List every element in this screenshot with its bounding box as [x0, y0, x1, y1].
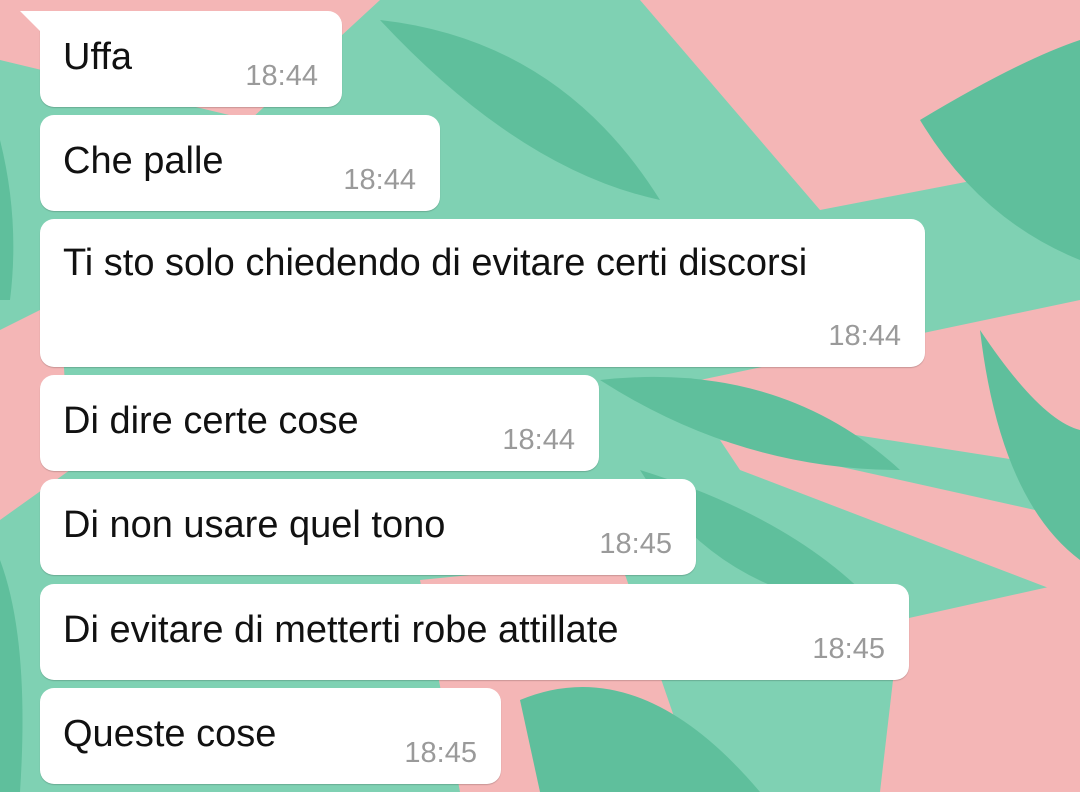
message-timestamp: 18:44	[502, 424, 575, 456]
message-timestamp: 18:45	[599, 528, 672, 560]
message-bubble[interactable]: Ti sto solo chiedendo di evitare certi d…	[40, 219, 925, 367]
message-bubble[interactable]: Di non usare quel tono 18:45	[40, 479, 696, 575]
message-text: Di evitare di metterti robe attillate	[63, 609, 619, 651]
message-bubble[interactable]: Che palle 18:44	[40, 115, 440, 211]
message-timestamp: 18:44	[245, 60, 318, 92]
message-bubble[interactable]: Queste cose 18:45	[40, 688, 501, 784]
message-text: Di dire certe cose	[63, 400, 359, 442]
message-timestamp: 18:45	[812, 633, 885, 665]
message-text: Queste cose	[63, 713, 277, 755]
message-text: Uffa	[63, 36, 133, 78]
message-timestamp: 18:44	[828, 320, 901, 352]
message-text: Di non usare quel tono	[63, 504, 446, 546]
message-text: Ti sto solo chiedendo di evitare certi d…	[63, 242, 808, 284]
message-text: Che palle	[63, 140, 224, 182]
message-bubble[interactable]: Uffa 18:44	[20, 11, 342, 107]
message-bubble[interactable]: Di evitare di metterti robe attillate 18…	[40, 584, 909, 680]
message-timestamp: 18:44	[343, 164, 416, 196]
message-timestamp: 18:45	[404, 737, 477, 769]
message-bubble[interactable]: Di dire certe cose 18:44	[40, 375, 599, 471]
message-list[interactable]: Uffa 18:44 Che palle 18:44 Ti sto solo c…	[0, 0, 1080, 792]
